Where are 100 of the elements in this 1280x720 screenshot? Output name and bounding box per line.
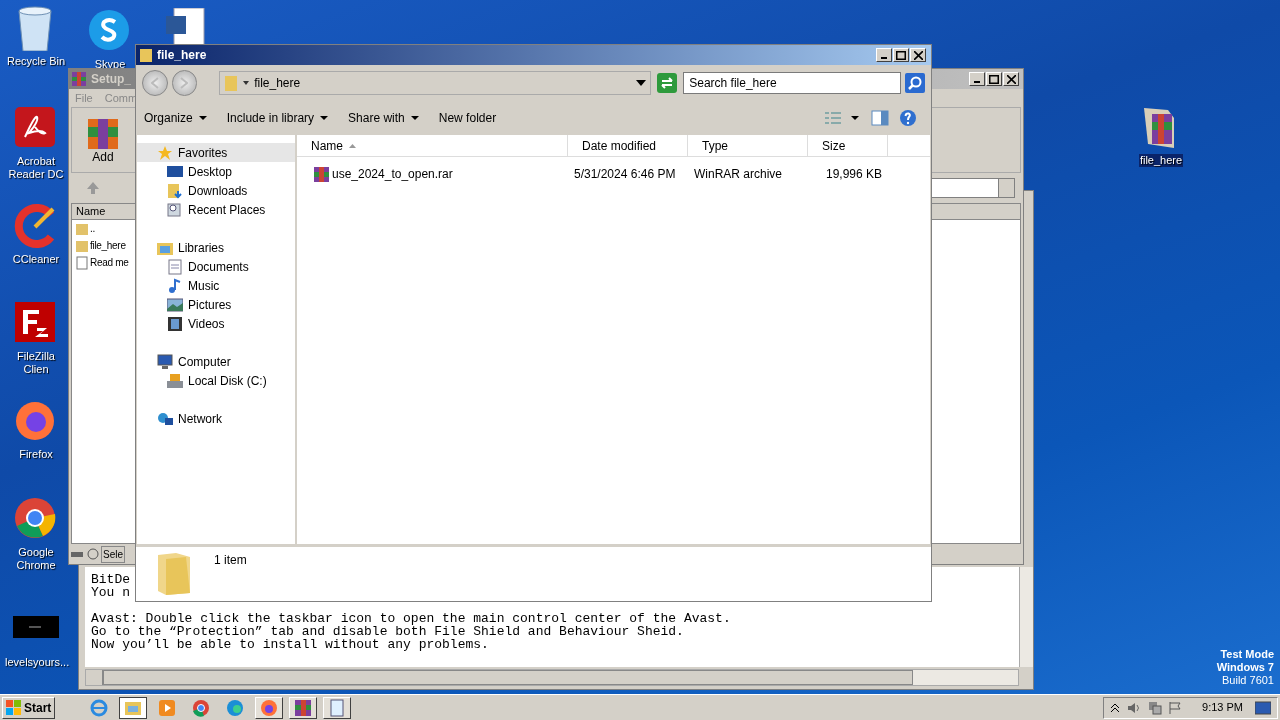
caret-icon xyxy=(320,115,329,121)
minimize-button[interactable] xyxy=(876,48,892,62)
search-button[interactable] xyxy=(905,73,925,93)
chevron-up-icon xyxy=(1110,702,1121,713)
file-name: use_2024_to_open.rar xyxy=(332,166,453,183)
media-player-icon xyxy=(158,698,177,717)
command-button[interactable]: Organize xyxy=(144,109,207,127)
text-line: Avast: Double click the taskbar icon to open the main control center of the Avast. xyxy=(91,612,732,625)
address-text: file_here xyxy=(254,75,301,92)
os-notice-text: Test Mode xyxy=(1220,648,1274,661)
monitor-icon xyxy=(167,163,183,180)
maximize-button[interactable] xyxy=(893,48,909,62)
archive-icon xyxy=(314,166,329,182)
icon-label[interactable]: file_here xyxy=(1138,154,1184,167)
nav-item[interactable]: Local Disk (C:) xyxy=(137,371,295,390)
windows-logo-icon xyxy=(6,699,22,716)
icon-label[interactable]: FileZilla Clien xyxy=(4,350,68,376)
maximize-icon xyxy=(989,74,999,84)
folder-icon xyxy=(76,221,88,236)
drive-key-icon xyxy=(71,548,99,560)
os-notice-text: Windows 7 xyxy=(1216,661,1274,674)
column-header[interactable]: Name xyxy=(76,203,136,220)
window-title: file_here xyxy=(157,47,207,64)
help-icon xyxy=(899,109,917,127)
vertical-scrollbar[interactable] xyxy=(1019,567,1033,667)
close-icon xyxy=(913,50,923,60)
minimize-icon xyxy=(881,57,887,59)
nav-item[interactable]: Libraries xyxy=(137,238,295,257)
column-header[interactable]: Type xyxy=(688,135,808,156)
item-count: 1 item xyxy=(214,552,247,569)
file-row[interactable]: .. xyxy=(72,220,134,237)
command-button[interactable]: New folder xyxy=(438,109,497,127)
minimize-button[interactable] xyxy=(969,72,985,86)
column-header[interactable]: Name xyxy=(297,135,568,156)
caret-icon xyxy=(410,115,419,121)
film-strip-icon xyxy=(167,315,183,332)
preview-pane-icon xyxy=(871,110,889,126)
icon-label[interactable]: Recycle Bin xyxy=(5,55,67,68)
icon-label[interactable]: levelsyours... xyxy=(4,656,68,669)
network-icon xyxy=(157,410,173,427)
address-bar[interactable]: file_here xyxy=(219,71,652,95)
chrome-icon xyxy=(192,698,211,717)
column-header[interactable]: Date modified xyxy=(568,135,688,156)
close-icon xyxy=(1006,74,1016,84)
start-button[interactable]: Start xyxy=(2,696,56,719)
maximize-icon xyxy=(896,50,906,60)
icon-label[interactable]: Firefox xyxy=(18,448,54,461)
caret-icon xyxy=(851,115,859,121)
flag-icon xyxy=(1168,700,1183,715)
nav-item[interactable]: Pictures xyxy=(137,295,295,314)
winrar-icon xyxy=(294,698,313,717)
file-row[interactable]: use_2024_to_open.rar 5/31/2024 6:46 PM WinRAR archive 19,996 KB xyxy=(297,163,930,185)
nav-item[interactable]: Computer xyxy=(137,352,295,371)
icon-label[interactable]: Acrobat Reader DC xyxy=(4,155,68,181)
folder-icon xyxy=(156,551,192,595)
clock: 9:13 PM xyxy=(1202,700,1243,716)
file-row[interactable]: Read me xyxy=(72,254,134,271)
file-name: .. xyxy=(90,222,95,236)
edge-icon xyxy=(226,698,245,717)
nav-item[interactable]: Documents xyxy=(137,257,295,276)
search-field[interactable]: Search file_here xyxy=(683,72,902,94)
notepad-icon xyxy=(328,698,347,717)
nav-item[interactable]: Videos xyxy=(137,314,295,333)
nav-item[interactable]: Desktop xyxy=(137,162,295,181)
horizontal-scrollbar[interactable] xyxy=(85,669,1019,686)
icon-label[interactable]: CCleaner xyxy=(11,253,61,266)
taskbar-app-button[interactable] xyxy=(119,696,148,719)
icon-label[interactable]: Google Chrome xyxy=(4,546,68,572)
star-icon xyxy=(157,144,173,161)
file-name: Read me xyxy=(90,256,129,270)
nav-item[interactable]: Network xyxy=(137,409,295,428)
size-cell-text: 19,996 KB xyxy=(824,166,883,183)
maximize-button[interactable] xyxy=(986,72,1002,86)
sort-arrow-icon xyxy=(349,143,356,148)
path-combo[interactable] xyxy=(929,178,1015,198)
firefox-icon xyxy=(260,698,279,717)
nav-item[interactable]: Music xyxy=(137,276,295,295)
command-button[interactable]: Share with xyxy=(348,109,419,127)
document-icon xyxy=(167,258,183,275)
date-cell-text: 5/31/2024 6:46 PM xyxy=(573,166,677,183)
folder-icon xyxy=(139,47,153,63)
file-row[interactable]: file_here xyxy=(72,237,134,254)
command-button[interactable]: Include in library xyxy=(226,109,329,127)
recent-places-icon xyxy=(167,201,183,218)
os-notice-text: Build 7601 xyxy=(1222,674,1274,687)
nav-item[interactable]: Recent Places xyxy=(137,200,295,219)
caret-icon xyxy=(198,115,207,121)
close-button[interactable] xyxy=(1003,72,1019,86)
show-desktop-icon xyxy=(1255,700,1271,715)
computer-icon xyxy=(157,353,173,370)
nav-item[interactable]: Downloads xyxy=(137,181,295,200)
minimize-icon xyxy=(974,81,980,83)
view-options-icon xyxy=(825,111,841,125)
winrar-icon xyxy=(71,71,87,87)
column-header[interactable]: Size xyxy=(808,135,888,156)
text-line: Go to the “Protection” tab and disable both File Shield and Behaviour Sheid. xyxy=(91,625,685,638)
ie-icon xyxy=(90,698,109,717)
nav-item[interactable]: Favorites xyxy=(137,143,295,162)
close-button[interactable] xyxy=(910,48,926,62)
downloads-folder-icon xyxy=(167,182,183,199)
